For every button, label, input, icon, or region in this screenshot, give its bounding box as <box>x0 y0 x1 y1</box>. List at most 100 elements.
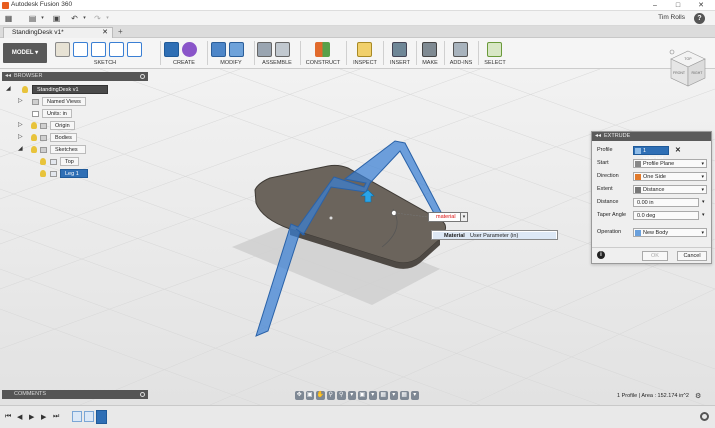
canvas-distance-input[interactable]: material ▾ <box>428 212 468 222</box>
add-ins-group[interactable]: ADD-INS <box>447 40 475 68</box>
extrude-icon[interactable] <box>164 42 179 57</box>
mirror-icon[interactable] <box>109 42 124 57</box>
help-icon[interactable]: ? <box>694 13 705 24</box>
viewports-icon[interactable]: ▦ <box>400 391 409 400</box>
direction-select[interactable]: One Side ▾ <box>633 172 707 181</box>
visibility-bulb-icon[interactable] <box>31 134 37 141</box>
file-menu-icon[interactable]: ▤ <box>28 14 37 23</box>
maximize-button[interactable]: □ <box>668 0 688 11</box>
make-group[interactable]: MAKE <box>419 40 441 68</box>
browser-item-bodies[interactable]: Bodies <box>50 133 77 142</box>
fillet-icon[interactable] <box>127 42 142 57</box>
collapse-arrow-icon[interactable]: ◂◂ <box>595 132 601 141</box>
orbit-icon[interactable]: ✥ <box>295 391 304 400</box>
ok-button[interactable]: OK <box>642 251 668 261</box>
rectangle-icon[interactable] <box>91 42 106 57</box>
timeline-forward-icon[interactable]: ▶ <box>41 413 46 421</box>
timeline-end-icon[interactable]: ⏭ <box>53 413 59 421</box>
look-at-icon[interactable]: ▣ <box>305 391 314 400</box>
grid-chevron-icon[interactable]: ▾ <box>389 391 398 400</box>
sketch-group[interactable]: SKETCH <box>55 40 155 68</box>
distance-dropdown-icon[interactable]: ▾ <box>702 199 705 205</box>
browser-root-node[interactable]: StandingDesk v1 <box>32 85 108 94</box>
visibility-bulb-icon[interactable] <box>31 122 37 129</box>
file-menu-chevron-icon[interactable]: ▾ <box>38 14 47 23</box>
offset-plane-icon[interactable] <box>315 42 330 57</box>
undo-icon[interactable]: ↶ <box>70 14 79 23</box>
distance-input-dropdown-icon[interactable]: ▾ <box>460 212 468 222</box>
joint-icon[interactable] <box>275 42 290 57</box>
comments-panel[interactable]: COMMENTS <box>2 390 148 399</box>
timeline-back-icon[interactable]: ◀ <box>17 413 22 421</box>
tab-document[interactable]: StandingDesk v1* ✕ <box>3 27 113 38</box>
create-sketch-icon[interactable] <box>55 42 70 57</box>
browser-item-units[interactable]: Units: in <box>42 109 72 118</box>
status-options-icon[interactable]: ⚙ <box>695 392 701 400</box>
distance-input[interactable]: 0.00 in <box>633 198 699 207</box>
press-pull-icon[interactable] <box>211 42 226 57</box>
shell-icon[interactable] <box>229 42 244 57</box>
start-select[interactable]: Profile Plane ▾ <box>633 159 707 168</box>
insert-image-icon[interactable] <box>392 42 407 57</box>
clear-selection-icon[interactable]: ✕ <box>675 146 681 154</box>
expand-bodies-icon[interactable]: ▷ <box>18 133 23 140</box>
view-cube[interactable]: TOP FRONT RIGHT <box>667 48 709 90</box>
assemble-group[interactable]: ASSEMBLE <box>257 40 297 68</box>
construct-group[interactable]: CONSTRUCT <box>304 40 342 68</box>
workspace-mode-button[interactable]: MODEL ▾ <box>3 43 47 63</box>
visibility-bulb-icon[interactable] <box>40 170 46 177</box>
select-group[interactable]: SELECT <box>481 40 509 68</box>
timeline-settings-icon[interactable] <box>700 412 709 421</box>
zoom-options-icon[interactable]: ▾ <box>347 391 356 400</box>
timeline-start-icon[interactable]: ⏮ <box>5 413 11 421</box>
extrude-header[interactable]: ◂◂ EXTRUDE <box>592 132 711 141</box>
timeline-extrude[interactable] <box>84 411 94 422</box>
browser-item-sketches[interactable]: Sketches <box>50 145 86 154</box>
info-icon[interactable]: i <box>597 251 605 259</box>
inspect-group[interactable]: INSPECT <box>350 40 380 68</box>
expand-root-icon[interactable]: ◢ <box>6 85 11 92</box>
visibility-bulb-icon[interactable] <box>31 146 37 153</box>
viewports-chevron-icon[interactable]: ▾ <box>410 391 419 400</box>
minimize-button[interactable]: – <box>645 0 665 11</box>
profile-selection-button[interactable]: 1 selected <box>633 146 669 162</box>
redo-chevron-icon[interactable]: ▾ <box>103 14 112 23</box>
timeline-sketch-leg-1[interactable] <box>96 410 107 424</box>
browser-header[interactable]: ◂◂ BROWSER <box>2 72 148 81</box>
display-chevron-icon[interactable]: ▾ <box>368 391 377 400</box>
timeline-play-icon[interactable]: ▶ <box>29 413 34 421</box>
cancel-button[interactable]: Cancel <box>677 251 707 261</box>
insert-group[interactable]: INSERT <box>386 40 414 68</box>
operation-select[interactable]: New Body ▾ <box>633 228 707 237</box>
browser-item-sketch-leg-1[interactable]: Leg 1 <box>60 169 88 178</box>
fit-icon[interactable]: ⚲ <box>337 391 346 400</box>
extent-select[interactable]: Distance ▾ <box>633 185 707 194</box>
close-window-button[interactable]: ✕ <box>691 0 711 11</box>
expand-sketches-icon[interactable]: ◢ <box>18 145 23 152</box>
visibility-bulb-icon[interactable] <box>22 86 28 93</box>
browser-item-named-views[interactable]: Named Views <box>42 97 86 106</box>
timeline-sketch-top[interactable] <box>72 411 82 422</box>
modify-group[interactable]: MODIFY <box>211 40 251 68</box>
visibility-bulb-icon[interactable] <box>40 158 46 165</box>
display-settings-icon[interactable]: ▣ <box>358 391 367 400</box>
close-tab-icon[interactable]: ✕ <box>102 28 108 38</box>
grid-settings-icon[interactable]: ▦ <box>379 391 388 400</box>
new-tab-icon[interactable]: + <box>118 27 123 36</box>
taper-angle-input[interactable]: 0.0 deg <box>633 211 699 220</box>
scripts-addins-icon[interactable] <box>453 42 468 57</box>
3d-print-icon[interactable] <box>422 42 437 57</box>
data-panel-grid-icon[interactable]: ▦ <box>4 14 13 23</box>
taper-dropdown-icon[interactable]: ▾ <box>702 212 705 218</box>
expand-origin-icon[interactable]: ▷ <box>18 121 23 128</box>
form-sphere-icon[interactable] <box>182 42 197 57</box>
suggestion-item-material[interactable]: Material User Parameter (in) <box>433 232 556 239</box>
zoom-icon[interactable]: ⚲ <box>326 391 335 400</box>
line-icon[interactable] <box>73 42 88 57</box>
home-view-icon[interactable] <box>669 49 675 55</box>
collapse-arrow-icon[interactable]: ◂◂ <box>5 72 11 81</box>
undo-chevron-icon[interactable]: ▾ <box>80 14 89 23</box>
user-name[interactable]: Tim Rolls <box>658 14 685 21</box>
browser-item-sketch-top[interactable]: Top <box>60 157 79 166</box>
comments-pin-icon[interactable] <box>140 392 145 397</box>
